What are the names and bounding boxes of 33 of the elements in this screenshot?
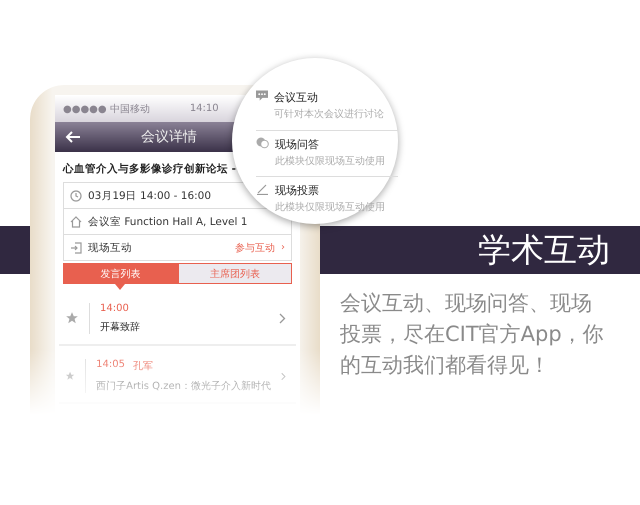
menu-item-title[interactable]: 现场投票 bbox=[275, 183, 385, 198]
chevron-icon bbox=[280, 370, 286, 382]
page-title: 会议详情 bbox=[141, 128, 197, 146]
home-icon bbox=[70, 216, 82, 228]
banner-title: 学术互动 bbox=[478, 228, 610, 270]
clock-text: 14:10 bbox=[190, 103, 219, 114]
menu-item-title[interactable]: 现场问答 bbox=[275, 137, 385, 152]
speech-bubbles-icon bbox=[256, 137, 269, 149]
chevron-text: › bbox=[281, 242, 285, 253]
info-text: 03月19日 14:00 - 16:00 bbox=[88, 188, 212, 202]
menu-item-subtitle: 此模块仅限现场互动使用 bbox=[275, 200, 385, 214]
star-icon[interactable] bbox=[65, 311, 79, 325]
back-arrow-icon[interactable] bbox=[65, 131, 81, 143]
talk-time: 14:00 bbox=[100, 302, 129, 314]
menu-item-title[interactable]: 会议互动 bbox=[274, 90, 384, 105]
enter-icon bbox=[70, 242, 82, 254]
info-text: 现场互动 bbox=[88, 240, 132, 254]
tab-pointer-icon bbox=[115, 284, 126, 290]
talk-title: 西门子Artis Q.zen：微光子介入新时代 bbox=[96, 380, 271, 393]
talk-time: 14:05 bbox=[96, 359, 125, 372]
menu-item-subtitle: 可针对本次会议进行讨论 bbox=[274, 108, 384, 121]
clock-icon bbox=[70, 190, 82, 202]
chevron-icon bbox=[279, 312, 286, 324]
menu-item-subtitle: 此模块仅限现场互动使用 bbox=[275, 154, 385, 168]
talk-title: 开幕致辞 bbox=[100, 320, 141, 334]
talk-row[interactable]: 14:00 开幕致辞 bbox=[59, 292, 296, 346]
carrier-text: ●●●●● 中国移动 bbox=[63, 102, 150, 116]
session-title: 心血管介入与多影像诊疗创新论坛 - bbox=[62, 162, 238, 177]
description-text: 会议互动、现场问答、现场投票，尽在CIT官方App，你的互动我们都看得见！ bbox=[340, 290, 605, 379]
chat-icon bbox=[256, 90, 268, 102]
pencil-icon bbox=[256, 183, 269, 195]
speaker-name: 孔军 bbox=[132, 360, 153, 373]
info-text: 会议室 Function Hall A, Level 1 bbox=[88, 214, 248, 228]
